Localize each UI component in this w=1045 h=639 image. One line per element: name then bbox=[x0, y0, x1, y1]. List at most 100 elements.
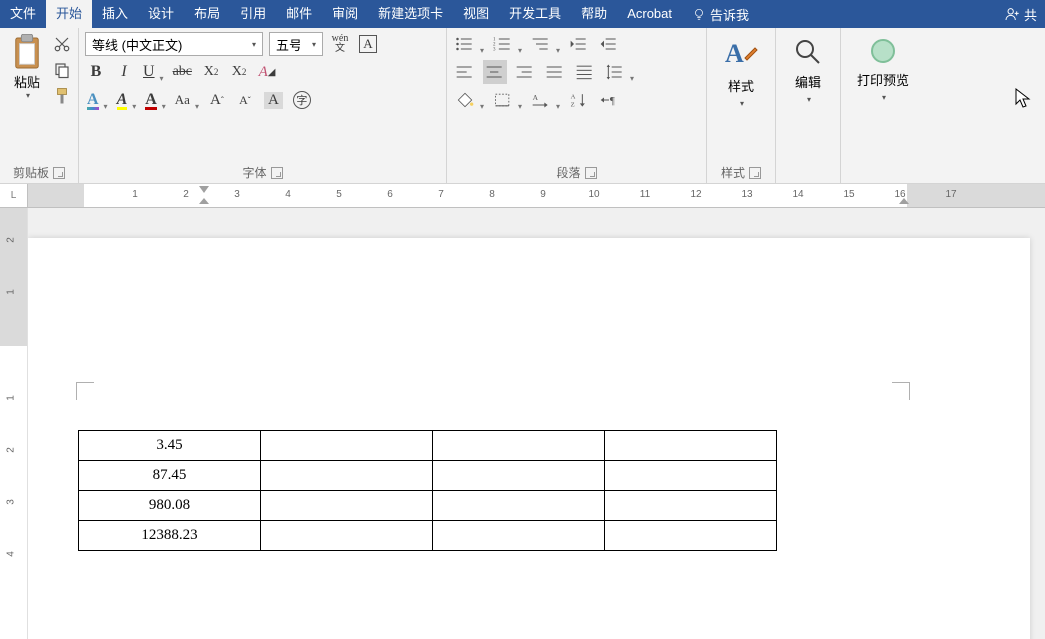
asian-layout-button[interactable]: A bbox=[529, 88, 561, 112]
subscript-button[interactable]: X2 bbox=[200, 60, 222, 84]
table-cell[interactable] bbox=[605, 431, 777, 461]
table-cell[interactable] bbox=[261, 491, 433, 521]
print-preview-button[interactable]: 打印预览▾ bbox=[847, 32, 919, 106]
bullets-button[interactable] bbox=[453, 32, 485, 56]
paint-bucket-icon bbox=[455, 91, 475, 109]
grow-font-button[interactable]: Aˆ bbox=[206, 88, 228, 112]
font-color-button[interactable]: A bbox=[143, 88, 167, 112]
chevron-down-icon: ▾ bbox=[882, 93, 886, 102]
align-center-button[interactable] bbox=[483, 60, 507, 84]
horizontal-ruler[interactable]: 1234567891011121314151617 bbox=[28, 184, 1045, 207]
tab-acrobat[interactable]: Acrobat bbox=[617, 0, 682, 28]
editing-button[interactable]: 编辑▾ bbox=[782, 32, 834, 108]
tab-home[interactable]: 开始 bbox=[46, 0, 92, 28]
styles-dialog-launcher[interactable] bbox=[749, 167, 761, 179]
table-cell[interactable]: 3.45 bbox=[79, 431, 261, 461]
font-name-combo[interactable]: ▾ bbox=[85, 32, 263, 56]
tell-me[interactable]: 告诉我 bbox=[682, 5, 759, 24]
italic-button[interactable]: I bbox=[113, 60, 135, 84]
char-shading-button[interactable]: A bbox=[262, 88, 285, 112]
borders-button[interactable] bbox=[491, 88, 523, 112]
distributed-icon bbox=[575, 63, 595, 81]
font-size-input[interactable] bbox=[270, 33, 306, 55]
group-paragraph: 123 A AZ ¶ 段落 bbox=[447, 28, 707, 183]
decrease-indent-button[interactable] bbox=[567, 32, 591, 56]
group-clipboard: 粘贴 ▾ 剪贴板 bbox=[0, 28, 79, 183]
strikethrough-button[interactable]: abc bbox=[171, 60, 194, 84]
justify-button[interactable] bbox=[543, 60, 567, 84]
bold-button[interactable]: B bbox=[85, 60, 107, 84]
tab-view[interactable]: 视图 bbox=[453, 0, 499, 28]
tab-developer[interactable]: 开发工具 bbox=[499, 0, 571, 28]
cursor-icon bbox=[1015, 88, 1031, 110]
font-name-input[interactable] bbox=[86, 33, 246, 55]
table-cell[interactable] bbox=[433, 461, 605, 491]
document-area[interactable]: 3.45 87.45 980.08 12388.23 bbox=[28, 208, 1045, 639]
copy-button[interactable] bbox=[52, 60, 72, 80]
tab-layout[interactable]: 布局 bbox=[184, 0, 230, 28]
show-marks-button[interactable]: ¶ bbox=[597, 88, 621, 112]
chevron-down-icon[interactable]: ▾ bbox=[306, 40, 322, 49]
tab-review[interactable]: 审阅 bbox=[322, 0, 368, 28]
superscript-button[interactable]: X2 bbox=[228, 60, 250, 84]
share-button[interactable]: 共 bbox=[996, 5, 1045, 24]
increase-indent-button[interactable] bbox=[597, 32, 621, 56]
cut-button[interactable] bbox=[52, 34, 72, 54]
chevron-down-icon[interactable]: ▾ bbox=[246, 40, 262, 49]
tab-help[interactable]: 帮助 bbox=[571, 0, 617, 28]
group-font: ▾ ▾ wén文 A B I U abc X2 X2 A◢ A A A Aa A… bbox=[79, 28, 447, 183]
clipboard-dialog-launcher[interactable] bbox=[53, 167, 65, 179]
outdent-icon bbox=[569, 35, 589, 53]
right-indent[interactable] bbox=[899, 198, 909, 204]
clear-formatting-button[interactable]: A◢ bbox=[256, 60, 278, 84]
document-table[interactable]: 3.45 87.45 980.08 12388.23 bbox=[78, 430, 777, 551]
numbering-button[interactable]: 123 bbox=[491, 32, 523, 56]
distributed-button[interactable] bbox=[573, 60, 597, 84]
table-cell[interactable] bbox=[261, 461, 433, 491]
table-cell[interactable]: 87.45 bbox=[79, 461, 261, 491]
shading-button[interactable] bbox=[453, 88, 485, 112]
table-cell[interactable] bbox=[433, 491, 605, 521]
tab-newtab[interactable]: 新建选项卡 bbox=[368, 0, 453, 28]
table-cell[interactable] bbox=[261, 521, 433, 551]
first-line-indent[interactable] bbox=[199, 186, 209, 193]
tab-selector[interactable]: L bbox=[0, 184, 28, 207]
paragraph-dialog-launcher[interactable] bbox=[585, 167, 597, 179]
table-cell[interactable] bbox=[433, 431, 605, 461]
enclose-char-button[interactable]: 字 bbox=[291, 88, 313, 112]
font-size-combo[interactable]: ▾ bbox=[269, 32, 323, 56]
sort-button[interactable]: AZ bbox=[567, 88, 591, 112]
font-dialog-launcher[interactable] bbox=[271, 167, 283, 179]
tab-file[interactable]: 文件 bbox=[0, 0, 46, 28]
underline-button[interactable]: U bbox=[141, 60, 165, 84]
paste-button[interactable]: 粘贴 ▾ bbox=[6, 32, 48, 106]
tab-design[interactable]: 设计 bbox=[138, 0, 184, 28]
styles-button[interactable]: A 样式▾ bbox=[713, 32, 769, 112]
line-spacing-button[interactable] bbox=[603, 60, 635, 84]
phonetic-guide-button[interactable]: wén文 bbox=[329, 32, 351, 56]
table-cell[interactable] bbox=[433, 521, 605, 551]
multilevel-list-button[interactable] bbox=[529, 32, 561, 56]
table-cell[interactable]: 12388.23 bbox=[79, 521, 261, 551]
format-painter-button[interactable] bbox=[52, 86, 72, 106]
table-cell[interactable] bbox=[261, 431, 433, 461]
vertical-ruler[interactable]: 211234 bbox=[0, 208, 28, 639]
tab-mailings[interactable]: 邮件 bbox=[276, 0, 322, 28]
table-cell[interactable] bbox=[605, 491, 777, 521]
char-border-button[interactable]: A bbox=[357, 32, 379, 56]
table-cell[interactable]: 980.08 bbox=[79, 491, 261, 521]
tab-insert[interactable]: 插入 bbox=[92, 0, 138, 28]
shrink-font-button[interactable]: Aˇ bbox=[234, 88, 256, 112]
align-left-button[interactable] bbox=[453, 60, 477, 84]
table-cell[interactable] bbox=[605, 521, 777, 551]
hanging-indent[interactable] bbox=[199, 198, 209, 204]
align-right-button[interactable] bbox=[513, 60, 537, 84]
chevron-down-icon: ▾ bbox=[26, 91, 30, 100]
copy-icon bbox=[53, 61, 71, 79]
change-case-button[interactable]: Aa bbox=[173, 88, 200, 112]
table-cell[interactable] bbox=[605, 461, 777, 491]
tab-references[interactable]: 引用 bbox=[230, 0, 276, 28]
highlight-button[interactable]: A bbox=[115, 88, 138, 112]
pilcrow-icon: ¶ bbox=[599, 91, 619, 109]
text-effects-button[interactable]: A bbox=[85, 88, 109, 112]
